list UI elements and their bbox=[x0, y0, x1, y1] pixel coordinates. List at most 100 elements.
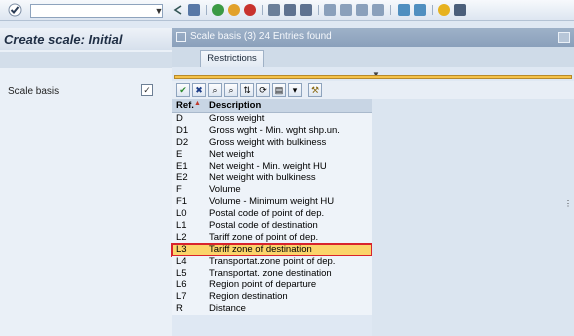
row-description: Volume - Minimum weight HU bbox=[209, 196, 335, 208]
row-ref: F1 bbox=[176, 196, 188, 208]
command-field[interactable] bbox=[30, 4, 163, 18]
system-toolbar: ▼ bbox=[0, 0, 574, 21]
exit-icon[interactable] bbox=[228, 4, 240, 16]
next-page-icon[interactable] bbox=[356, 4, 368, 16]
prev-page-icon[interactable] bbox=[340, 4, 352, 16]
row-ref: D2 bbox=[176, 136, 189, 148]
row-description: Tariff zone of destination bbox=[209, 243, 312, 255]
dropdown-arrow-icon[interactable]: ▾ bbox=[288, 83, 302, 97]
table-row[interactable]: D1 Gross wght - Min. wght shp.un. bbox=[172, 124, 372, 137]
row-description: Net weight - Min. weight HU bbox=[209, 160, 327, 172]
row-description: Net weight bbox=[209, 148, 254, 160]
toolbar-separator bbox=[318, 5, 319, 15]
cancel-icon[interactable] bbox=[244, 4, 256, 16]
row-description: Region destination bbox=[209, 291, 288, 303]
table-row[interactable]: F Volume bbox=[172, 184, 372, 197]
continue-icon[interactable]: ✔ bbox=[176, 83, 190, 97]
sort-icon[interactable]: ⇅ bbox=[240, 83, 254, 97]
popup-header: Scale basis (3) 24 Entries found bbox=[172, 28, 574, 47]
create-session-icon[interactable] bbox=[398, 4, 410, 16]
shortcut-icon[interactable] bbox=[414, 4, 426, 16]
find-icon[interactable] bbox=[284, 4, 296, 16]
table-row[interactable]: L5 Transportat. zone destination bbox=[172, 267, 372, 280]
cancel-icon[interactable]: ✖ bbox=[192, 83, 206, 97]
last-page-icon[interactable] bbox=[372, 4, 384, 16]
screen-title-bar: Create scale: Initial bbox=[0, 28, 172, 50]
scroll-indicator-icon[interactable]: ⋮ bbox=[564, 199, 572, 208]
row-ref: L4 bbox=[176, 255, 187, 267]
table-row[interactable]: L0 Postal code of point of dep. bbox=[172, 208, 372, 221]
refresh-icon[interactable]: ⟳ bbox=[256, 83, 270, 97]
row-ref: D1 bbox=[176, 124, 189, 136]
print-icon[interactable] bbox=[268, 4, 280, 16]
row-ref: D bbox=[176, 113, 183, 124]
row-ref: L3 bbox=[176, 243, 187, 255]
find-next-icon[interactable] bbox=[300, 4, 312, 16]
table-row[interactable]: R Distance bbox=[172, 303, 372, 316]
table-row[interactable]: L6 Region point of departure bbox=[172, 279, 372, 292]
tab-restrictions[interactable]: Restrictions bbox=[200, 50, 264, 67]
maximize-icon[interactable] bbox=[558, 32, 570, 43]
table-row[interactable]: E Net weight bbox=[172, 148, 372, 161]
table-row[interactable]: E2 Net weight with bulkiness bbox=[172, 172, 372, 185]
table-empty-area: ⋮ bbox=[372, 99, 574, 336]
table-row[interactable]: L4 Transportat.zone point of dep. bbox=[172, 255, 372, 268]
toolbar-separator bbox=[432, 5, 433, 15]
enter-icon[interactable] bbox=[8, 3, 22, 17]
row-ref: L6 bbox=[176, 279, 187, 291]
table-row[interactable]: E1 Net weight - Min. weight HU bbox=[172, 160, 372, 173]
table-row[interactable]: D2 Gross weight with bulkiness bbox=[172, 136, 372, 149]
tab-strip: Restrictions bbox=[172, 47, 574, 67]
back-nav-icon[interactable] bbox=[212, 4, 224, 16]
row-ref: L1 bbox=[176, 220, 187, 232]
row-description: Region point of departure bbox=[209, 279, 317, 291]
row-ref: L0 bbox=[176, 208, 187, 220]
print-icon[interactable]: ▤ bbox=[272, 83, 286, 97]
chevron-down-icon[interactable]: ▼ bbox=[154, 4, 164, 18]
restrictions-bar[interactable] bbox=[174, 75, 572, 79]
popup-title: Scale basis (3) 24 Entries found bbox=[190, 31, 332, 42]
customize-icon[interactable] bbox=[454, 4, 466, 16]
find-icon[interactable]: ⌕ bbox=[208, 83, 222, 97]
column-header-description[interactable]: Description bbox=[209, 100, 261, 111]
row-description: Postal code of destination bbox=[209, 220, 318, 232]
table-row[interactable]: F1 Volume - Minimum weight HU bbox=[172, 196, 372, 209]
row-description: Transportat.zone point of dep. bbox=[209, 255, 336, 267]
row-ref: E2 bbox=[176, 172, 188, 184]
table-body: D Gross weight D1 Gross wght - Min. wght sh… bbox=[171, 113, 373, 316]
table-row[interactable]: D Gross weight bbox=[172, 113, 372, 125]
row-description: Postal code of point of dep. bbox=[209, 208, 325, 220]
row-ref: E1 bbox=[176, 160, 188, 172]
value-help-popup: Scale basis (3) 24 Entries found Restric… bbox=[171, 28, 574, 336]
toolbar-separator bbox=[390, 5, 391, 15]
table-row[interactable]: L2 Tariff zone of point of dep. bbox=[172, 231, 372, 244]
find-next-icon[interactable]: ⌕ bbox=[224, 83, 238, 97]
value-help-icon[interactable]: ✓ bbox=[141, 84, 153, 96]
row-description: Net weight with bulkiness bbox=[209, 172, 316, 184]
scale-basis-label: Scale basis bbox=[8, 86, 60, 97]
row-description: Distance bbox=[209, 303, 246, 315]
row-ref: L5 bbox=[176, 267, 187, 279]
restrictions-collapse-row: ▼ bbox=[172, 67, 574, 81]
toolbar-separator bbox=[206, 5, 207, 15]
row-description: Gross weight with bulkiness bbox=[209, 136, 327, 148]
column-header-ref[interactable]: Ref.▲ bbox=[176, 100, 201, 111]
application-toolbar bbox=[0, 52, 172, 68]
personal-list-icon[interactable]: ⚒ bbox=[308, 83, 322, 97]
table-row-selected[interactable]: L3 Tariff zone of destination bbox=[171, 242, 373, 257]
row-ref: E bbox=[176, 148, 183, 160]
save-icon[interactable] bbox=[188, 4, 200, 16]
toolbar-separator bbox=[262, 5, 263, 15]
back-icon[interactable] bbox=[172, 4, 184, 16]
row-ref: R bbox=[176, 303, 183, 315]
help-icon[interactable] bbox=[438, 4, 450, 16]
row-ref: L7 bbox=[176, 291, 187, 303]
table-row[interactable]: L1 Postal code of destination bbox=[172, 220, 372, 232]
row-description: Volume bbox=[209, 184, 241, 196]
row-ref: L2 bbox=[176, 231, 187, 243]
table-header: Ref.▲ Description bbox=[172, 99, 372, 113]
first-page-icon[interactable] bbox=[324, 4, 336, 16]
popup-toolbar: ✔ ✖ ⌕ ⌕ ⇅ ⟳ ▤ ▾ ⚒ bbox=[172, 81, 574, 99]
window-icon bbox=[176, 32, 186, 42]
table-row[interactable]: L7 Region destination bbox=[172, 291, 372, 304]
